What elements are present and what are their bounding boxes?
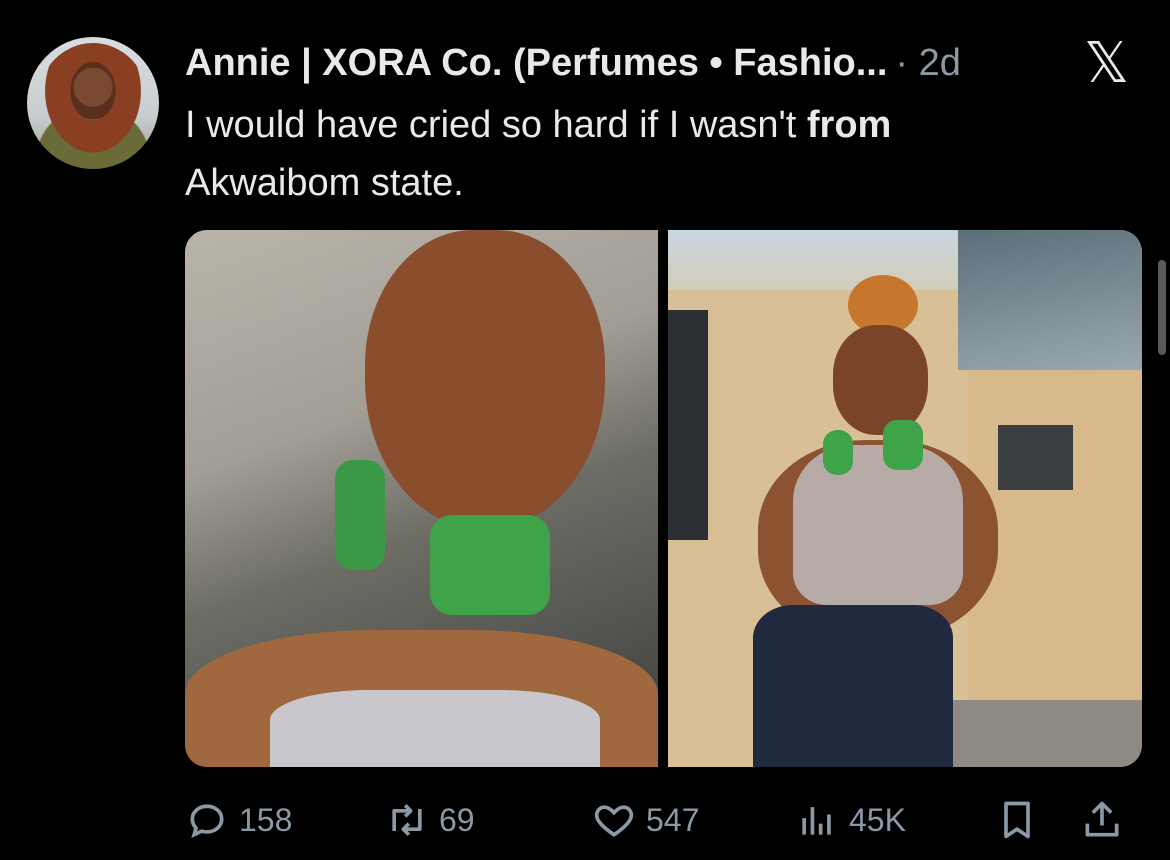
photo-2-ground [928, 700, 1142, 767]
like-button[interactable]: 547 [592, 795, 699, 845]
bookmark-icon [1004, 801, 1030, 839]
retweet-count: 69 [439, 802, 475, 838]
scrollbar[interactable] [1158, 260, 1166, 355]
photo-2-window [668, 310, 708, 540]
reply-button[interactable]: 158 [185, 795, 292, 845]
action-bar: 158 69 547 45K [185, 795, 1135, 845]
bookmark-button[interactable] [995, 795, 1049, 845]
retweet-button[interactable]: 69 [385, 795, 475, 845]
author-name[interactable]: Annie | XORA Co. (Perfumes • Fashio... [185, 42, 887, 85]
photo-1-face [365, 230, 605, 530]
reply-icon [190, 804, 224, 838]
avatar-hair [37, 43, 149, 163]
photo-2-top [793, 445, 963, 605]
photo-2-roof [958, 230, 1142, 370]
photo-2-headphone-right [883, 420, 923, 470]
photo-2[interactable] [668, 230, 1142, 767]
heart-icon [594, 805, 634, 837]
photo-1-top [270, 690, 600, 767]
share-button[interactable] [1080, 795, 1134, 845]
share-icon [1085, 801, 1119, 837]
tweet-media[interactable] [185, 230, 1142, 767]
tweet-header: Annie | XORA Co. (Perfumes • Fashio... ·… [185, 38, 1140, 88]
views-button[interactable]: 45K [795, 795, 906, 845]
reply-count: 158 [239, 802, 293, 838]
photo-1-headphone-right [430, 515, 550, 615]
views-icon [802, 807, 831, 835]
photo-2-head [833, 325, 928, 435]
tweet-text-after: Akwaibom state. [185, 162, 464, 204]
tweet-text-bold: from [806, 104, 892, 146]
photo-1[interactable] [185, 230, 658, 767]
avatar[interactable] [27, 37, 159, 169]
photo-2-headphone-left [823, 430, 853, 475]
tweet-text: I would have cried so hard if I wasn't f… [185, 96, 1085, 212]
retweet-icon [392, 804, 422, 836]
photo-2-vent [998, 425, 1073, 490]
views-count: 45K [849, 802, 906, 838]
like-count: 547 [646, 802, 700, 838]
x-logo-icon[interactable]: 𝕏 [1084, 36, 1140, 92]
photo-2-pants [753, 605, 953, 767]
timestamp[interactable]: · 2d [895, 42, 960, 85]
photo-1-headphone-left [335, 460, 385, 570]
tweet-text-before: I would have cried so hard if I wasn't [185, 104, 807, 146]
